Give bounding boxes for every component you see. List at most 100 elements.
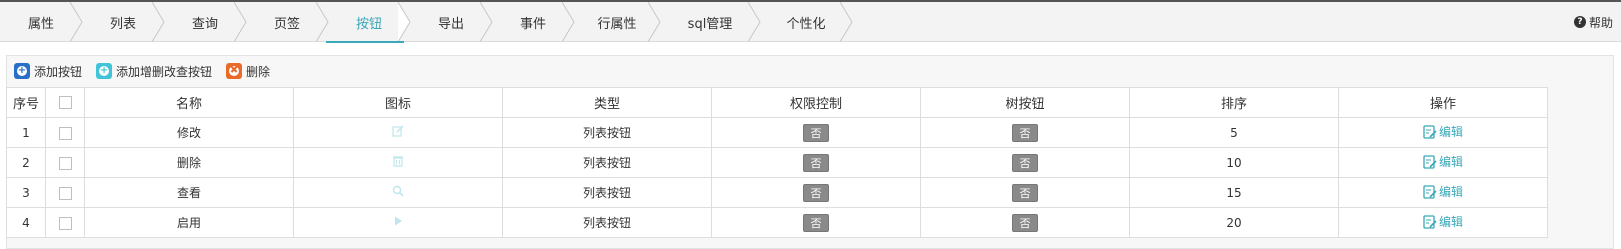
cell-select — [45, 177, 85, 208]
tab-label: sql管理 — [687, 16, 733, 32]
cell-sort: 15 — [1129, 177, 1339, 208]
edit-link[interactable]: 编辑 — [1423, 123, 1463, 140]
cell-index: 2 — [6, 147, 46, 178]
delete-button-label: 删除 — [246, 64, 271, 79]
tree-button-badge[interactable]: 否 — [1012, 153, 1038, 172]
header-index: 序号 — [6, 87, 46, 118]
cell-tree-button: 否 — [920, 147, 1130, 178]
cell-permission: 否 — [711, 177, 921, 208]
permission-badge[interactable]: 否 — [803, 183, 829, 202]
cell-name: 修改 — [84, 117, 294, 148]
cell-name: 查看 — [84, 177, 294, 208]
edit-icon — [1423, 215, 1437, 229]
header-select-all — [45, 87, 85, 118]
table-row[interactable]: 2 删除 列表按钮 否 否 10 编辑 — [6, 147, 1548, 178]
header-type[interactable]: 类型 — [502, 87, 712, 118]
edit-link[interactable]: 编辑 — [1423, 153, 1463, 170]
add-button[interactable]: + 添加按钮 — [14, 63, 82, 80]
plus-circle-icon: + — [14, 63, 30, 79]
edit-label: 编辑 — [1438, 215, 1463, 230]
button-toolbar: + 添加按钮 + 添加增删改查按钮 ✖ 删除 — [14, 62, 270, 80]
add-crud-button-label: 添加增删改查按钮 — [116, 64, 213, 79]
row-checkbox[interactable] — [58, 216, 72, 230]
cell-name: 启用 — [84, 207, 294, 238]
cell-permission: 否 — [711, 147, 921, 178]
search-icon — [392, 185, 404, 197]
cell-type: 列表按钮 — [502, 207, 712, 238]
edit-label: 编辑 — [1438, 185, 1463, 200]
edit-link[interactable]: 编辑 — [1423, 183, 1463, 200]
edit-link[interactable]: 编辑 — [1423, 213, 1463, 230]
cell-type: 列表按钮 — [502, 177, 712, 208]
cell-action: 编辑 — [1338, 147, 1548, 178]
delete-button[interactable]: ✖ 删除 — [226, 63, 270, 80]
tab-query[interactable]: 查询 — [164, 2, 247, 42]
cell-index: 3 — [6, 177, 46, 208]
tab-buttons[interactable]: 按钮 — [326, 2, 411, 43]
tab-label: 行属性 — [597, 16, 637, 32]
cell-sort: 10 — [1129, 147, 1339, 178]
cell-icon — [293, 147, 503, 178]
permission-badge[interactable]: 否 — [803, 213, 829, 232]
select-all-checkbox[interactable] — [58, 96, 72, 109]
play-icon — [392, 215, 404, 227]
row-checkbox[interactable] — [58, 186, 72, 200]
edit-label: 编辑 — [1438, 125, 1463, 140]
tab-page-tabs[interactable]: 页签 — [246, 2, 329, 42]
question-circle-icon: ? — [1573, 16, 1586, 28]
tab-sql-management[interactable]: sql管理 — [660, 2, 761, 42]
cell-action: 编辑 — [1338, 207, 1548, 238]
tab-label: 列表 — [109, 16, 136, 32]
tab-label: 页签 — [273, 16, 300, 32]
add-crud-buttons-button[interactable]: + 添加增删改查按钮 — [96, 63, 212, 80]
tree-button-badge[interactable]: 否 — [1012, 213, 1038, 232]
tree-button-badge[interactable]: 否 — [1012, 183, 1038, 202]
tab-row-properties[interactable]: 行属性 — [574, 2, 661, 42]
tab-separator-icon — [840, 2, 853, 42]
row-checkbox[interactable] — [58, 126, 72, 140]
tab-label: 属性 — [27, 16, 54, 32]
edit-icon — [1423, 155, 1437, 169]
cell-select — [45, 147, 85, 178]
cell-index: 1 — [6, 117, 46, 148]
tab-export[interactable]: 导出 — [410, 2, 493, 42]
table-row[interactable]: 3 查看 列表按钮 否 否 15 编辑 — [6, 177, 1548, 208]
tab-label: 按钮 — [355, 16, 382, 32]
trash-icon — [392, 155, 404, 167]
tree-button-badge[interactable]: 否 — [1012, 123, 1038, 142]
cell-icon — [293, 117, 503, 148]
tab-properties[interactable]: 属性 — [0, 2, 83, 42]
help-link[interactable]: ? 帮助 — [1573, 2, 1613, 42]
cell-icon — [293, 177, 503, 208]
header-icon[interactable]: 图标 — [293, 87, 503, 118]
table-row[interactable]: 4 启用 列表按钮 否 否 20 编辑 — [6, 207, 1548, 238]
help-label: 帮助 — [1588, 15, 1613, 30]
edit-icon — [1423, 125, 1437, 139]
table-header-row: 序号 名称 图标 类型 权限控制 树按钮 排序 操作 — [6, 87, 1548, 118]
cell-sort: 5 — [1129, 117, 1339, 148]
table-row[interactable]: 1 修改 列表按钮 否 否 5 编辑 — [6, 117, 1548, 148]
cell-tree-button: 否 — [920, 117, 1130, 148]
header-permission[interactable]: 权限控制 — [711, 87, 921, 118]
row-checkbox[interactable] — [58, 156, 72, 170]
tab-label: 事件 — [519, 16, 546, 32]
edit-icon — [1423, 185, 1437, 199]
permission-badge[interactable]: 否 — [803, 123, 829, 142]
header-name[interactable]: 名称 — [84, 87, 294, 118]
cell-tree-button: 否 — [920, 207, 1130, 238]
permission-badge[interactable]: 否 — [803, 153, 829, 172]
cell-type: 列表按钮 — [502, 147, 712, 178]
cell-sort: 20 — [1129, 207, 1339, 238]
buttons-table: 序号 名称 图标 类型 权限控制 树按钮 排序 操作 1 修改 列表按钮 否 否… — [6, 87, 1548, 238]
tab-personalization[interactable]: 个性化 — [760, 2, 853, 42]
tab-events[interactable]: 事件 — [492, 2, 575, 42]
cell-select — [45, 117, 85, 148]
cell-tree-button: 否 — [920, 177, 1130, 208]
add-button-label: 添加按钮 — [34, 64, 83, 79]
cell-permission: 否 — [711, 117, 921, 148]
tab-list[interactable]: 列表 — [82, 2, 165, 42]
header-sort[interactable]: 排序 — [1129, 87, 1339, 118]
plus-circle-icon: + — [96, 63, 113, 79]
header-action: 操作 — [1338, 87, 1548, 118]
header-tree-button[interactable]: 树按钮 — [920, 87, 1130, 118]
